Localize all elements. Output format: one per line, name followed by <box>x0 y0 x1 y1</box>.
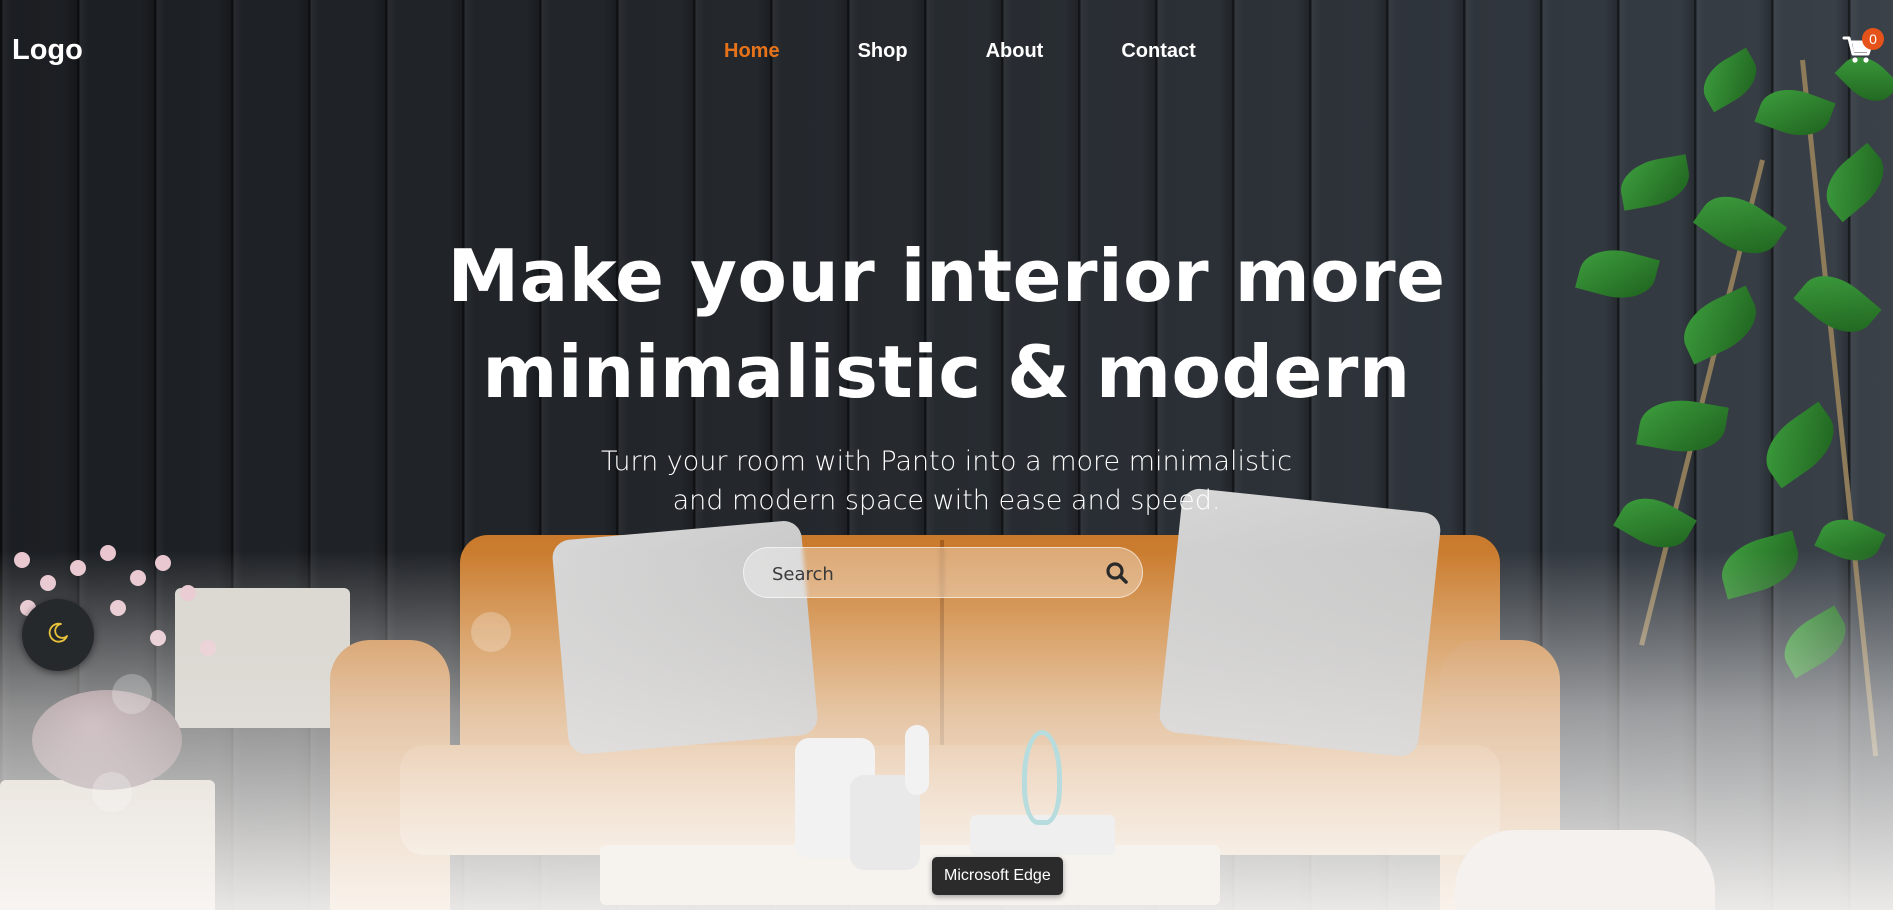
hero-title-line: minimalistic & modern <box>482 330 1411 414</box>
hero-subtitle-line: Turn your room with Panto into a more mi… <box>600 446 1293 477</box>
pouf-image <box>1455 830 1715 910</box>
hero-title-line: Make your interior more <box>447 234 1446 318</box>
theme-toggle-button[interactable] <box>22 599 94 671</box>
cart-count-badge: 0 <box>1862 28 1884 50</box>
hero-title: Make your interior more minimalistic & m… <box>0 228 1893 420</box>
decor-bubble <box>112 674 152 714</box>
hero-subtitle: Turn your room with Panto into a more mi… <box>0 442 1893 520</box>
nav-link-contact[interactable]: Contact <box>1121 40 1195 63</box>
search-input[interactable] <box>772 561 1072 587</box>
cart-button[interactable]: 0 <box>1842 28 1884 70</box>
browser-tooltip: Microsoft Edge <box>932 857 1063 895</box>
navbar: Logo Home Shop About Contact 0 <box>0 0 1893 100</box>
cart-icon <box>1842 36 1874 70</box>
search-button[interactable] <box>1104 560 1130 586</box>
glass-sculpture-image <box>1022 730 1062 825</box>
search-bar <box>743 547 1143 598</box>
moon-icon <box>46 621 70 649</box>
nav-link-home[interactable]: Home <box>724 40 780 63</box>
search-icon <box>1104 562 1130 590</box>
logo[interactable]: Logo <box>12 34 83 67</box>
nav-links: Home Shop About Contact <box>724 40 1274 63</box>
decor-bubble <box>471 612 511 652</box>
nav-link-about[interactable]: About <box>986 40 1044 63</box>
decor-bubble <box>92 772 132 812</box>
vase-image <box>905 725 929 795</box>
nav-link-shop[interactable]: Shop <box>858 40 908 63</box>
hero-subtitle-line: and modern space with ease and speed. <box>672 485 1221 516</box>
